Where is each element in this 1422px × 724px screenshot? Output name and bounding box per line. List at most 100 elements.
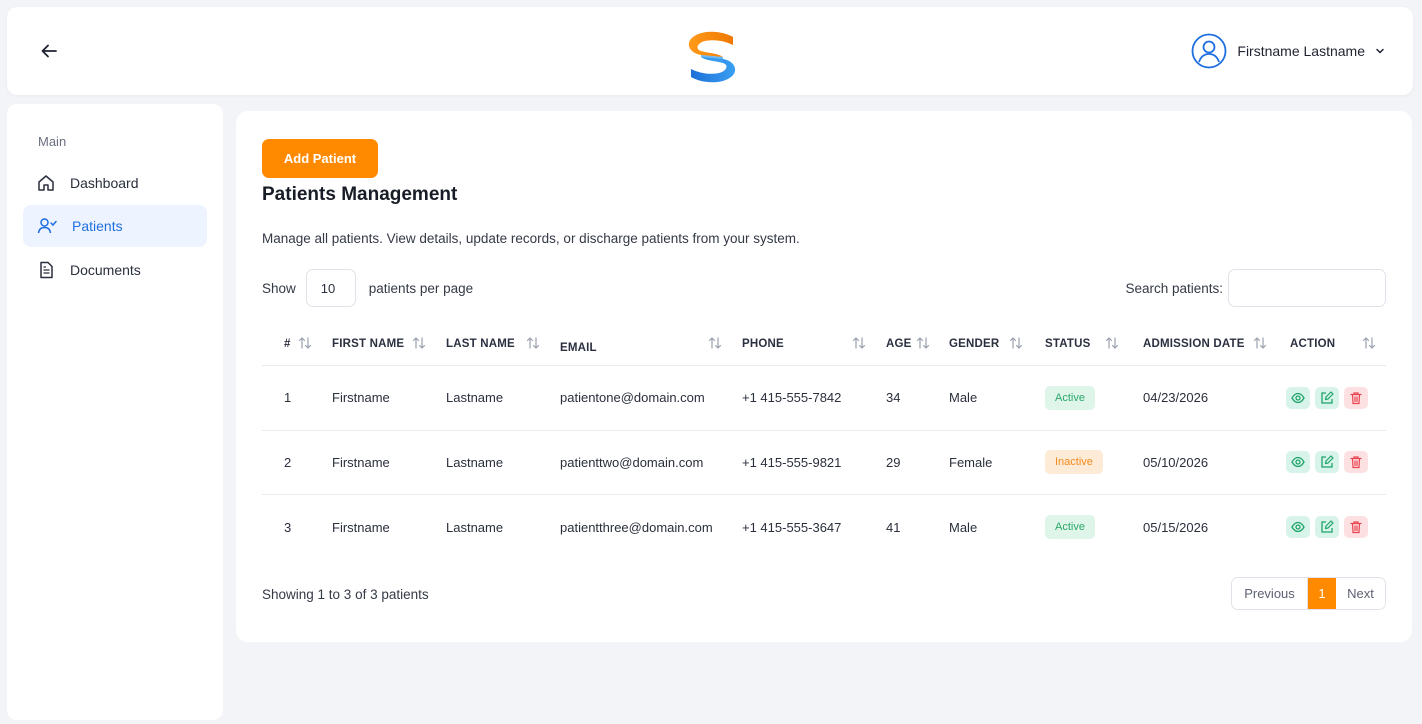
table-header: # FIRST NAME LAST NAME EMAIL PHONE AGE GENDER S… (262, 321, 1386, 366)
back-button[interactable] (37, 39, 61, 63)
cell-age: 41 (886, 519, 901, 535)
trash-icon (1350, 521, 1362, 534)
sort-icon[interactable] (298, 336, 312, 350)
sidebar-section-title: Main (38, 134, 67, 149)
sort-icon[interactable] (1362, 336, 1376, 350)
search-input[interactable] (1228, 269, 1386, 307)
edit-button[interactable] (1315, 516, 1339, 539)
cell-first-name: Firstname (332, 519, 390, 535)
eye-icon (1291, 522, 1305, 533)
chevron-down-icon (1376, 48, 1384, 54)
sort-icon[interactable] (852, 336, 866, 350)
delete-button[interactable] (1344, 516, 1368, 539)
column-header-last-name: LAST NAME (446, 321, 515, 366)
cell-email: patientone@domain.com (560, 390, 705, 406)
sidebar-item-dashboard[interactable]: Dashboard (23, 162, 207, 204)
sort-icon[interactable] (1105, 336, 1119, 350)
sort-icon[interactable] (1253, 336, 1267, 350)
page-description: Manage all patients. View details, updat… (262, 231, 800, 246)
edit-icon (1321, 520, 1334, 533)
status-badge: Inactive (1045, 450, 1103, 475)
cell-admission-date: 05/10/2026 (1143, 454, 1209, 470)
cell-first-name: Firstname (332, 390, 390, 406)
column-header-first-name: FIRST NAME (332, 321, 404, 366)
column-header-label: STATUS (1045, 337, 1091, 350)
show-label: Show (262, 280, 296, 296)
column-header-gender: GENDER (949, 321, 999, 366)
cell-gender: Male (949, 519, 978, 535)
row-actions (1286, 386, 1368, 409)
add-patient-button[interactable]: Add Patient (262, 139, 378, 178)
cell-num: 3 (284, 519, 292, 535)
per-page-select[interactable]: 10 (305, 269, 356, 307)
delete-button[interactable] (1344, 451, 1368, 474)
cell-action (1286, 431, 1368, 495)
cell-last-name: Lastname (446, 454, 504, 470)
edit-button[interactable] (1315, 451, 1339, 474)
patients-table: # FIRST NAME LAST NAME EMAIL PHONE AGE GENDER S… (262, 321, 1386, 560)
cell-admission-date: 05/15/2026 (1143, 519, 1209, 535)
delete-button[interactable] (1344, 386, 1368, 409)
user-avatar-icon (1191, 33, 1227, 69)
arrow-left-icon (41, 44, 57, 58)
cell-action (1286, 495, 1368, 560)
page-1-button[interactable]: 1 (1308, 578, 1336, 609)
sidebar-item-documents[interactable]: Documents (23, 249, 207, 291)
column-header-label: LAST NAME (446, 337, 515, 350)
table-row: 3 Firstname Lastname patientthree@domain.co… (262, 495, 1386, 560)
column-header-label: GENDER (949, 337, 1000, 350)
user-name: Firstname Lastname (1237, 43, 1365, 59)
cell-phone: +1 415-555-9821 (742, 454, 842, 470)
row-actions (1286, 516, 1368, 539)
sort-icon[interactable] (916, 336, 930, 350)
app-logo (688, 31, 736, 83)
sort-icon[interactable] (412, 336, 426, 350)
sort-icon[interactable] (526, 336, 540, 350)
view-button[interactable] (1286, 516, 1310, 539)
status-badge: Active (1045, 515, 1095, 540)
sidebar-item-label: Dashboard (70, 175, 139, 191)
cell-gender: Male (949, 390, 978, 406)
document-icon (40, 261, 53, 279)
sidebar-item-label: Patients (72, 218, 123, 234)
previous-page-button[interactable]: Previous (1232, 578, 1308, 609)
row-actions (1286, 451, 1368, 474)
trash-icon (1350, 392, 1362, 404)
column-header-admission-date: ADMISSION DATE (1143, 321, 1245, 366)
cell-status: Active (1045, 495, 1095, 560)
cell-admission-date: 04/23/2026 (1143, 390, 1209, 406)
cell-status: Inactive (1045, 431, 1103, 495)
edit-button[interactable] (1315, 386, 1339, 409)
user-menu[interactable]: Firstname Lastname (1191, 33, 1385, 69)
table-row: 2 Firstname Lastname patienttwo@domain.com +… (262, 431, 1386, 495)
next-page-button[interactable]: Next (1336, 578, 1385, 609)
column-header-label: ADMISSION DATE (1143, 337, 1245, 350)
eye-icon (1291, 392, 1305, 403)
column-header-label: EMAIL (560, 341, 597, 354)
top-header: Firstname Lastname (7, 7, 1413, 95)
view-button[interactable] (1286, 386, 1310, 409)
column-header-label: # (284, 337, 291, 350)
cell-status: Active (1045, 366, 1095, 430)
column-header-email: EMAIL (560, 325, 597, 370)
eye-icon (1291, 457, 1305, 468)
table-body: 1 Firstname Lastname patientone@domain.com +… (262, 366, 1386, 560)
search-control: Search patients: (1125, 269, 1386, 307)
sort-icon[interactable] (708, 336, 722, 350)
column-header-label: PHONE (742, 337, 784, 350)
view-button[interactable] (1286, 451, 1310, 474)
column-header-label: AGE (886, 337, 912, 350)
pagination: Previous 1 Next (1231, 577, 1386, 610)
column-header-action: ACTION (1290, 321, 1335, 366)
cell-action (1286, 366, 1368, 430)
status-badge: Active (1045, 385, 1095, 410)
column-header-age: AGE (886, 321, 912, 366)
column-header-label: ACTION (1290, 337, 1336, 350)
per-page-suffix: patients per page (368, 280, 474, 296)
column-header-label: FIRST NAME (332, 337, 405, 350)
table-info: Showing 1 to 3 of 3 patients (262, 587, 429, 602)
sort-icon[interactable] (1009, 336, 1023, 350)
cell-email: patientthree@domain.com (560, 519, 713, 535)
cell-first-name: Firstname (332, 454, 390, 470)
sidebar-item-patients[interactable]: Patients (23, 205, 207, 247)
